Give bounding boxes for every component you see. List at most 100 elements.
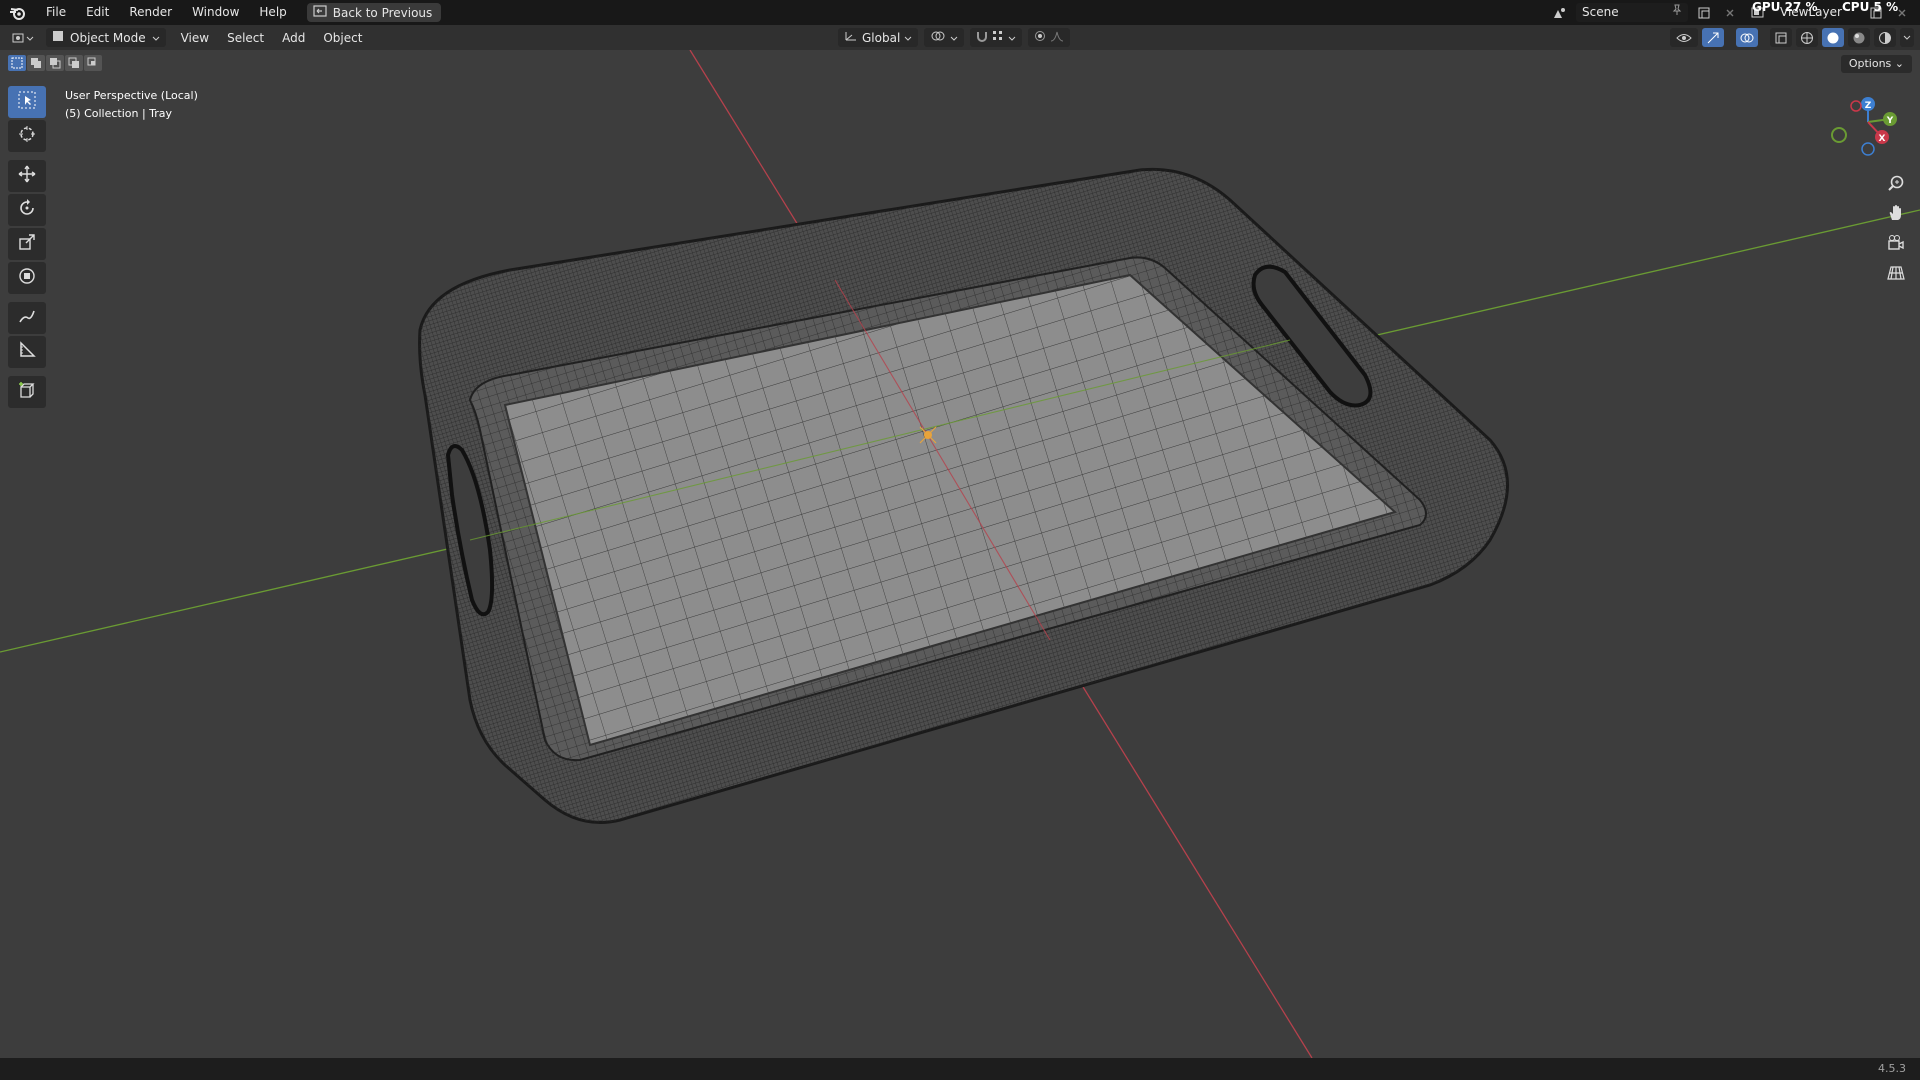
viewport-header: Object Mode View Select Add Object Globa… [0,25,1920,50]
ruler-icon [18,341,36,363]
wireframe-shading-icon[interactable] [1796,28,1818,47]
select-extend-icon[interactable] [27,55,45,71]
cpu-label: CPU [1842,0,1870,14]
options-label: Options [1848,57,1892,70]
back-to-previous-label: Back to Previous [332,5,433,20]
navigation-gizmo[interactable]: Z Y X [1820,92,1900,172]
material-shading-icon[interactable] [1848,28,1870,47]
proportional-editing-toggle[interactable] [1028,28,1071,47]
new-scene-icon[interactable] [1694,3,1714,22]
snap-grid-icon [992,30,1004,45]
menu-view[interactable]: View [172,31,218,45]
tool-shelf [8,86,46,410]
neg-z-axis-ball[interactable] [1861,142,1875,156]
menu-object[interactable]: Object [314,31,371,45]
shading-options-chevron-icon[interactable] [1900,28,1914,47]
viewport-display-tools [1670,28,1914,47]
menu-window[interactable]: Window [182,0,249,25]
rendered-shading-icon[interactable] [1874,28,1896,47]
transform-orientation-dropdown[interactable]: Global [838,28,919,47]
chevron-down-icon: ⌄ [1894,57,1904,70]
scene-name: Scene [1582,5,1619,19]
add-cube-icon [18,381,36,403]
y-axis-label: Y [1886,116,1894,126]
orientation-label: Global [862,30,901,45]
collection-label: (5) Collection | Tray [65,107,173,120]
object-mode-dropdown[interactable]: Object Mode [46,28,166,47]
measure-tool[interactable] [8,336,46,368]
gizmo-toggle-icon[interactable] [1702,28,1724,47]
cpu-stat: CPU 5 % [1842,0,1898,14]
neg-x-axis-ball[interactable] [1850,100,1862,112]
select-subtract-icon[interactable] [46,55,64,71]
select-intersect-icon[interactable] [84,55,102,71]
scene-selector: Scene [1550,3,1740,22]
object-visibility-icon[interactable] [1670,28,1698,47]
pan-hand-icon[interactable] [1883,200,1909,226]
pivot-icon [930,30,946,45]
orientation-icon [844,30,858,45]
rotate-tool[interactable] [8,194,46,226]
overlays-toggle-icon[interactable] [1736,28,1758,47]
menu-select[interactable]: Select [218,31,273,45]
xray-toggle-icon[interactable] [1770,28,1792,47]
cpu-value: 5 % [1873,0,1899,14]
annotate-tool[interactable] [8,302,46,334]
x-axis-label: X [1879,134,1886,144]
scale-icon [18,233,36,255]
menu-add[interactable]: Add [273,31,314,45]
add-cube-tool[interactable] [8,376,46,408]
pin-icon[interactable] [1672,3,1682,22]
scale-tool[interactable] [8,228,46,260]
falloff-icon [1050,30,1064,45]
top-bar: File Edit Render Window Help Back to Pre… [0,0,1920,25]
object-mode-label: Object Mode [70,30,146,45]
delete-scene-icon[interactable] [1720,3,1740,22]
zoom-icon[interactable] [1883,170,1909,196]
pivot-point-dropdown[interactable] [924,28,965,47]
editor-type-icon[interactable] [8,28,38,47]
gpu-stat: GPU 27 % [1752,0,1817,14]
perspective-toggle-icon[interactable] [1883,260,1909,286]
cursor-tool[interactable] [8,120,46,152]
gpu-label: GPU [1752,0,1781,14]
cursor-arrow-icon [18,91,36,113]
move-arrows-icon [18,165,36,187]
chevron-down-icon [904,31,912,45]
scene-icon[interactable] [1550,3,1570,22]
back-to-previous-button[interactable]: Back to Previous [306,3,442,22]
transform-tools: Global [838,28,1071,47]
chevron-down-icon [950,31,958,45]
pencil-icon [18,307,36,329]
snap-toggle[interactable] [970,28,1023,47]
select-set-icon[interactable] [8,55,26,71]
rotate-icon [18,199,36,221]
menu-file[interactable]: File [36,0,76,25]
solid-shading-icon[interactable] [1822,28,1844,47]
scene-name-field[interactable]: Scene [1576,3,1688,22]
neg-y-axis-ball[interactable] [1831,127,1847,143]
z-axis-label: Z [1865,101,1872,111]
status-bar: 4.5.3 [0,1058,1920,1080]
chevron-down-icon [1008,31,1016,45]
blender-logo-icon[interactable] [0,0,36,25]
perspective-label: User Perspective (Local) [65,89,198,102]
select-box-tool[interactable] [8,86,46,118]
viewport-info: User Perspective (Local) (5) Collection … [65,87,198,123]
selection-mode-group [8,55,102,71]
version-label: 4.5.3 [1878,1062,1906,1075]
transform-tool[interactable] [8,262,46,294]
menu-edit[interactable]: Edit [76,0,119,25]
options-dropdown[interactable]: Options ⌄ [1840,55,1912,73]
viewport-3d[interactable] [0,50,1920,1058]
camera-view-icon[interactable] [1883,230,1909,256]
object-mode-icon [52,30,64,45]
menu-help[interactable]: Help [249,0,296,25]
transform-icon [18,267,36,289]
proportional-icon [1034,30,1046,45]
move-tool[interactable] [8,160,46,192]
3d-cursor-icon [18,125,36,147]
select-invert-icon[interactable] [65,55,83,71]
magnet-icon [976,30,988,45]
menu-render[interactable]: Render [119,0,182,25]
